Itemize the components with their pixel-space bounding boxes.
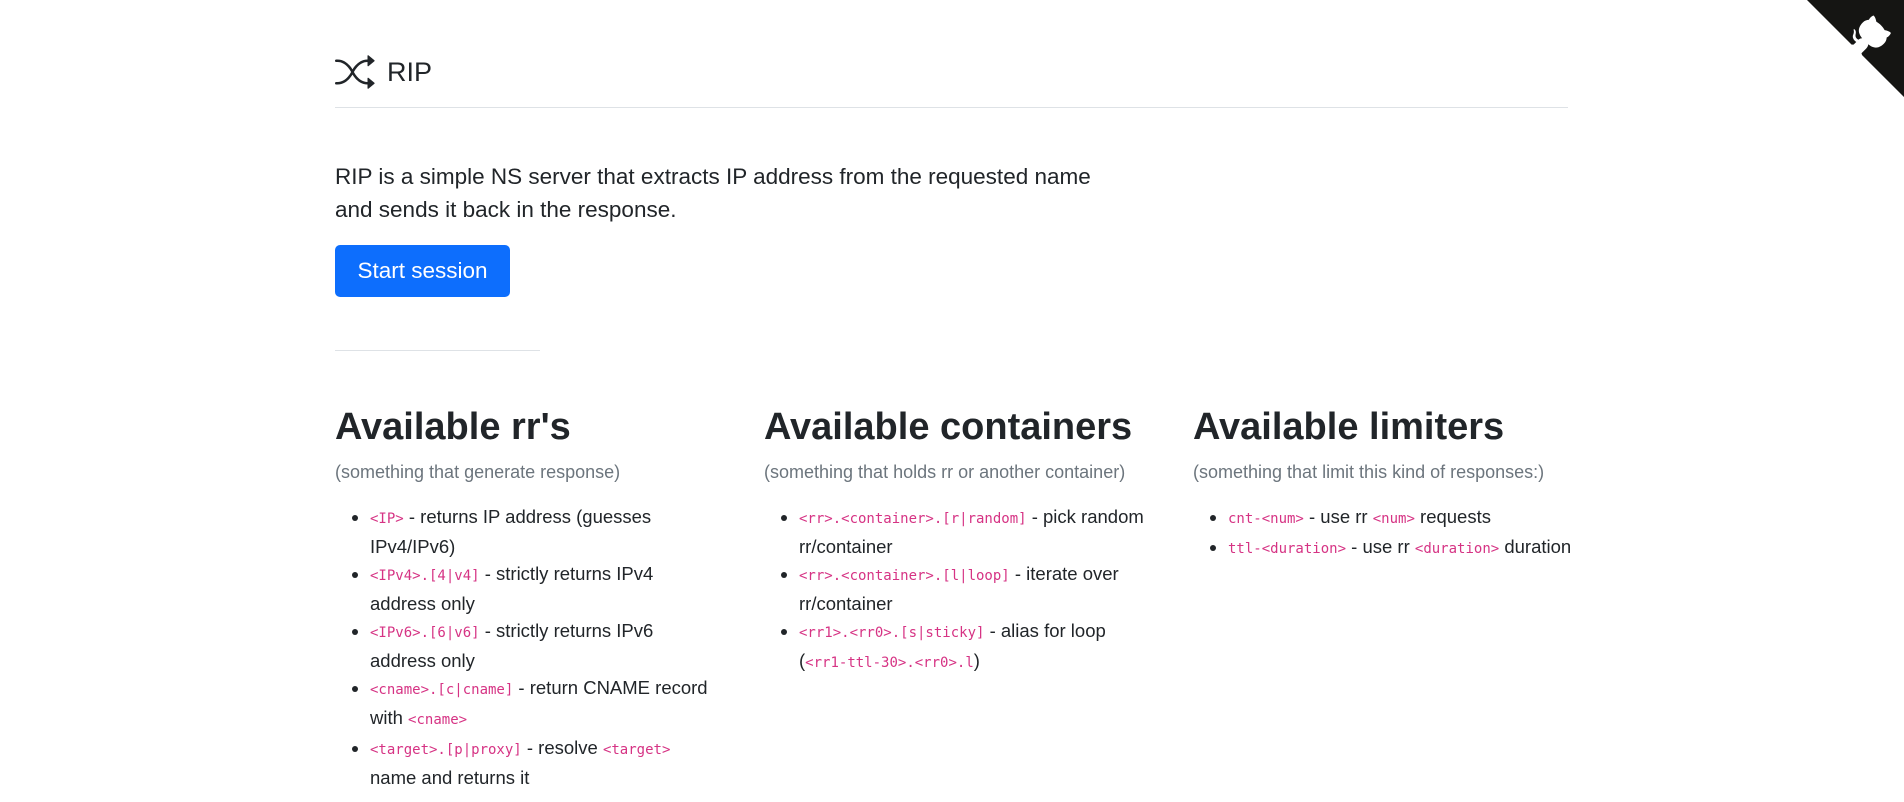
site-header: RIP: [335, 38, 1568, 108]
code-snippet: ttl-<duration>: [1228, 541, 1347, 557]
list-item: <IPv4>.[4|v4] - strictly returns IPv4 ad…: [370, 560, 720, 617]
item-text: - returns IP address (guesses IPv4/IPv6): [370, 506, 652, 557]
code-snippet: <cname>.[c|cname]: [370, 682, 514, 698]
list-item: <rr>.<container>.[l|loop] - iterate over…: [799, 560, 1149, 617]
section-subtitle: (something that generate response): [335, 462, 621, 482]
code-snippet: cnt-<num>: [1228, 511, 1304, 527]
brand-link[interactable]: RIP: [335, 52, 432, 92]
rr-list: <IP> - returns IP address (guesses IPv4/…: [335, 503, 720, 791]
section-subtitle: (something that holds rr or another cont…: [764, 462, 1126, 482]
section-title: Available limiters: [1193, 406, 1505, 448]
rrs-section: Available rr's (something that generate …: [335, 402, 720, 791]
section-title: Available rr's: [335, 406, 571, 448]
code-snippet: <rr>.<container>.[l|loop]: [799, 568, 1010, 584]
code-snippet: <IP>: [370, 511, 404, 527]
intro-text: RIP is a simple NS server that extracts …: [335, 164, 1091, 222]
code-snippet: <IPv4>.[4|v4]: [370, 568, 480, 584]
section-title: Available containers: [764, 406, 1133, 448]
code-snippet: <rr1>.<rr0>.[s|sticky]: [799, 625, 985, 641]
container-list: <rr>.<container>.[r|random] - pick rando…: [764, 503, 1149, 677]
list-item: <rr>.<container>.[r|random] - pick rando…: [799, 503, 1149, 560]
site-title: RIP: [387, 57, 433, 87]
code-snippet: <target>: [602, 742, 671, 758]
code-snippet: <cname>: [408, 712, 468, 728]
start-session-button[interactable]: Start session: [335, 245, 510, 297]
item-text: requests: [1414, 506, 1491, 527]
item-text: - use rr: [1303, 506, 1373, 527]
code-snippet: <rr1-ttl-30>.<rr0>.l: [805, 655, 974, 671]
item-text: - use rr: [1346, 536, 1415, 557]
list-item: <rr1>.<rr0>.[s|sticky] - alias for loop …: [799, 617, 1149, 677]
list-item: <target>.[p|proxy] - resolve <target> na…: [370, 734, 720, 791]
shuffle-icon: [335, 52, 375, 92]
item-text: - resolve: [521, 737, 603, 758]
list-item: cnt-<num> - use rr <num> requests: [1228, 503, 1583, 533]
item-text: ): [973, 650, 980, 671]
limiters-section: Available limiters (something that limit…: [1193, 402, 1583, 563]
page: RIP RIP is a simple NS server that extra…: [0, 0, 1904, 802]
github-corner-link[interactable]: [1807, 0, 1904, 97]
section-subtitle: (something that limit this kind of respo…: [1193, 462, 1545, 482]
code-snippet: <num>: [1372, 511, 1415, 527]
code-snippet: <duration>: [1414, 541, 1500, 557]
code-snippet: <target>.[p|proxy]: [370, 742, 522, 758]
item-text: name and returns it: [370, 767, 530, 788]
github-octocat-icon: [1807, 0, 1904, 97]
list-item: ttl-<duration> - use rr <duration> durat…: [1228, 533, 1583, 563]
section-divider: [335, 350, 540, 351]
item-text: duration: [1499, 536, 1572, 557]
list-item: <IPv6>.[6|v6] - strictly returns IPv6 ad…: [370, 617, 720, 674]
containers-section: Available containers (something that hol…: [764, 402, 1149, 677]
limiter-list: cnt-<num> - use rr <num> requests ttl-<d…: [1193, 503, 1583, 563]
list-item: <IP> - returns IP address (guesses IPv4/…: [370, 503, 720, 560]
list-item: <cname>.[c|cname] - return CNAME record …: [370, 674, 720, 734]
code-snippet: <IPv6>.[6|v6]: [370, 625, 480, 641]
code-snippet: <rr>.<container>.[r|random]: [799, 511, 1027, 527]
